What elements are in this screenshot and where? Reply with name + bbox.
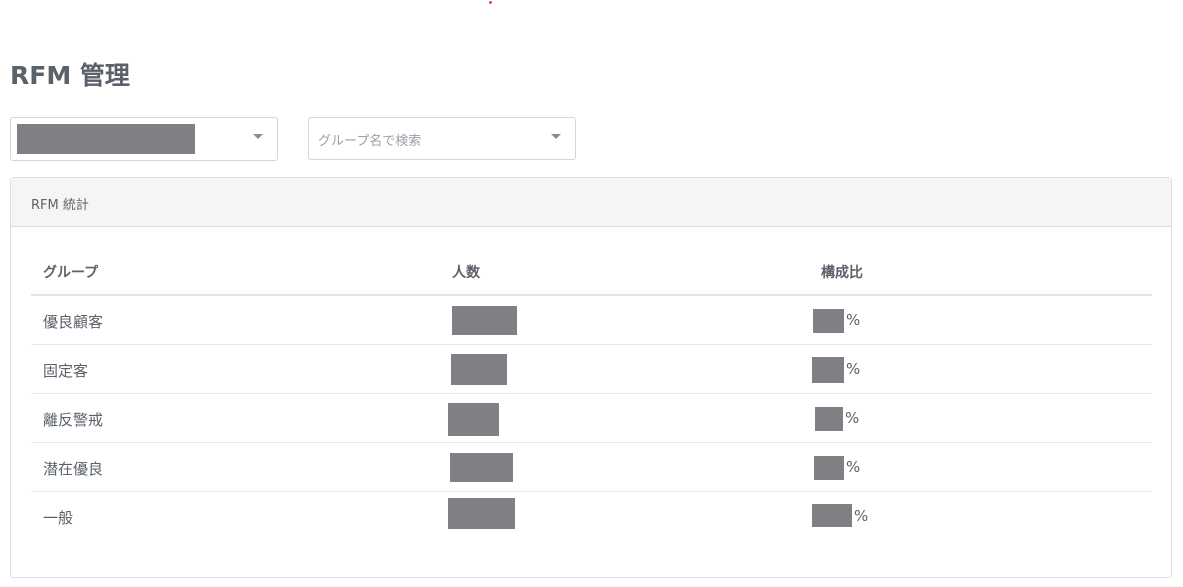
group-name: 離反警戒 [43, 411, 104, 429]
group-name: 優良顧客 [43, 313, 104, 331]
table-row: 一般 % [31, 492, 1152, 541]
caret-down-icon [551, 134, 561, 139]
count-value-redacted [450, 453, 513, 482]
card-header: RFM 統計 [11, 178, 1171, 227]
count-value-redacted [448, 498, 515, 529]
column-header-count: 人数 [452, 265, 480, 281]
group-name: 固定客 [43, 362, 89, 380]
rfm-management-page: RFM 管理 グループ名で検索 RFM 統計 グループ 人数 構成比 優良顧客 … [0, 0, 1183, 587]
group-name: 潜在優良 [43, 460, 104, 478]
count-value-redacted [451, 354, 507, 385]
count-value-redacted [448, 403, 499, 436]
store-select[interactable] [10, 117, 278, 161]
count-value-redacted [452, 306, 517, 335]
store-select-value-redacted [17, 124, 195, 154]
percent-sign: % [846, 311, 861, 329]
percent-sign: % [846, 458, 861, 476]
decorative-dot [489, 1, 492, 4]
percent-sign: % [846, 360, 861, 378]
table-row: 潜在優良 % [31, 443, 1152, 492]
page-title: RFM 管理 [10, 61, 130, 90]
caret-down-icon [253, 134, 263, 139]
group-name: 一般 [43, 509, 74, 527]
column-header-group: グループ [43, 265, 99, 281]
ratio-value-redacted [812, 357, 844, 383]
rfm-stats-card: RFM 統計 グループ 人数 構成比 優良顧客 % 固定客 % 離反警戒 % 潜… [10, 177, 1172, 578]
rfm-stats-table: グループ 人数 構成比 優良顧客 % 固定客 % 離反警戒 % 潜在優良 % 一… [31, 248, 1152, 541]
ratio-value-redacted [812, 504, 852, 527]
table-row: 固定客 % [31, 345, 1152, 394]
column-header-ratio: 構成比 [821, 265, 863, 281]
table-row: 離反警戒 % [31, 394, 1152, 443]
card-title: RFM 統計 [31, 198, 89, 213]
group-search-select[interactable]: グループ名で検索 [308, 117, 576, 160]
table-row: 優良顧客 % [31, 296, 1152, 345]
group-search-placeholder: グループ名で検索 [318, 134, 422, 149]
percent-sign: % [845, 409, 860, 427]
table-header: グループ 人数 構成比 [31, 248, 1152, 296]
ratio-value-redacted [815, 407, 843, 431]
ratio-value-redacted [813, 309, 844, 333]
percent-sign: % [854, 507, 869, 525]
ratio-value-redacted [814, 456, 844, 480]
